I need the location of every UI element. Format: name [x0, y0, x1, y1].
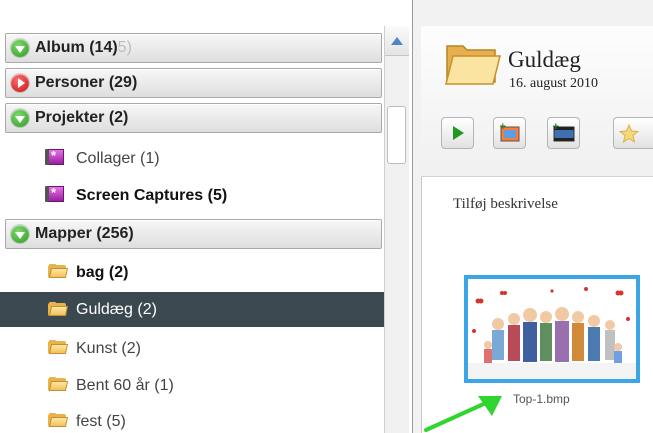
folder-item-kunst[interactable]: Kunst (2): [0, 332, 384, 364]
folder-item-fest[interactable]: fest (5): [0, 405, 384, 433]
green-arrow-annotation: [424, 396, 502, 432]
scroll-up-button[interactable]: [385, 26, 409, 56]
section-label: Personer (29): [35, 74, 138, 91]
play-icon: [453, 126, 464, 140]
section-label: Projekter (2): [35, 109, 129, 126]
collapsed-triangle-icon[interactable]: [11, 74, 29, 92]
rate-button[interactable]: [613, 117, 653, 149]
expanded-triangle-icon[interactable]: [11, 39, 29, 57]
section-label: Album (14)5): [35, 39, 132, 56]
star-icon: [618, 123, 640, 144]
section-projekter[interactable]: Projekter (2): [5, 103, 382, 133]
folder-icon: [445, 45, 501, 85]
item-label: Guldæg (2): [76, 301, 157, 318]
folder-item-bag[interactable]: bag (2): [0, 256, 384, 288]
item-label: Kunst (2): [76, 340, 141, 357]
section-mapper[interactable]: Mapper (256): [5, 219, 382, 249]
folder-icon: [48, 302, 69, 316]
folder-icon: [48, 377, 69, 391]
collage-icon: *: [45, 148, 64, 165]
album-detail-panel: Guldæg 16. august 2010 + + Tilføj beskri…: [413, 0, 653, 433]
section-personer[interactable]: Personer (29): [5, 68, 382, 98]
folder-item-guldaeg[interactable]: Guldæg (2): [0, 292, 384, 327]
play-slideshow-button[interactable]: [441, 117, 474, 149]
project-item-collager[interactable]: * Collager (1): [0, 142, 384, 174]
expanded-triangle-icon[interactable]: [11, 225, 29, 243]
sidebar-panel: Album (14)5) Personer (29) Projekter (2)…: [0, 0, 413, 433]
item-label: fest (5): [76, 413, 126, 430]
scroll-thumb[interactable]: [387, 106, 406, 164]
item-label: Bent 60 år (1): [76, 377, 174, 394]
thumbnail-caption: Top-1.bmp: [513, 392, 570, 406]
project-item-screen-captures[interactable]: * Screen Captures (5): [0, 179, 384, 211]
section-label: Mapper (256): [35, 225, 134, 242]
section-album[interactable]: Album (14)5): [5, 33, 382, 63]
add-photo-button[interactable]: +: [493, 117, 526, 149]
folder-icon: [48, 413, 69, 427]
svg-text:+: +: [499, 122, 507, 132]
album-date: 16. august 2010: [509, 76, 599, 91]
svg-text:+: +: [552, 122, 560, 132]
item-label: bag (2): [76, 264, 129, 281]
sidebar-scrollbar[interactable]: [384, 26, 409, 433]
folder-icon: [48, 340, 69, 354]
add-photo-icon: +: [499, 122, 520, 142]
chevron-up-icon: [391, 37, 403, 45]
add-description-field[interactable]: Tilføj beskrivelse: [453, 196, 558, 213]
expanded-triangle-icon[interactable]: [11, 109, 29, 127]
photo-thumbnail[interactable]: [464, 275, 640, 383]
item-label: Collager (1): [76, 150, 160, 167]
folder-icon: [48, 264, 69, 278]
item-label: Screen Captures (5): [76, 187, 228, 204]
folder-item-bent-60-aar[interactable]: Bent 60 år (1): [0, 369, 384, 401]
collage-icon: *: [45, 185, 64, 202]
add-movie-button[interactable]: +: [547, 117, 580, 149]
add-movie-icon: +: [552, 122, 575, 142]
family-photo-image: [468, 279, 636, 379]
album-title: Guldæg: [508, 47, 581, 72]
